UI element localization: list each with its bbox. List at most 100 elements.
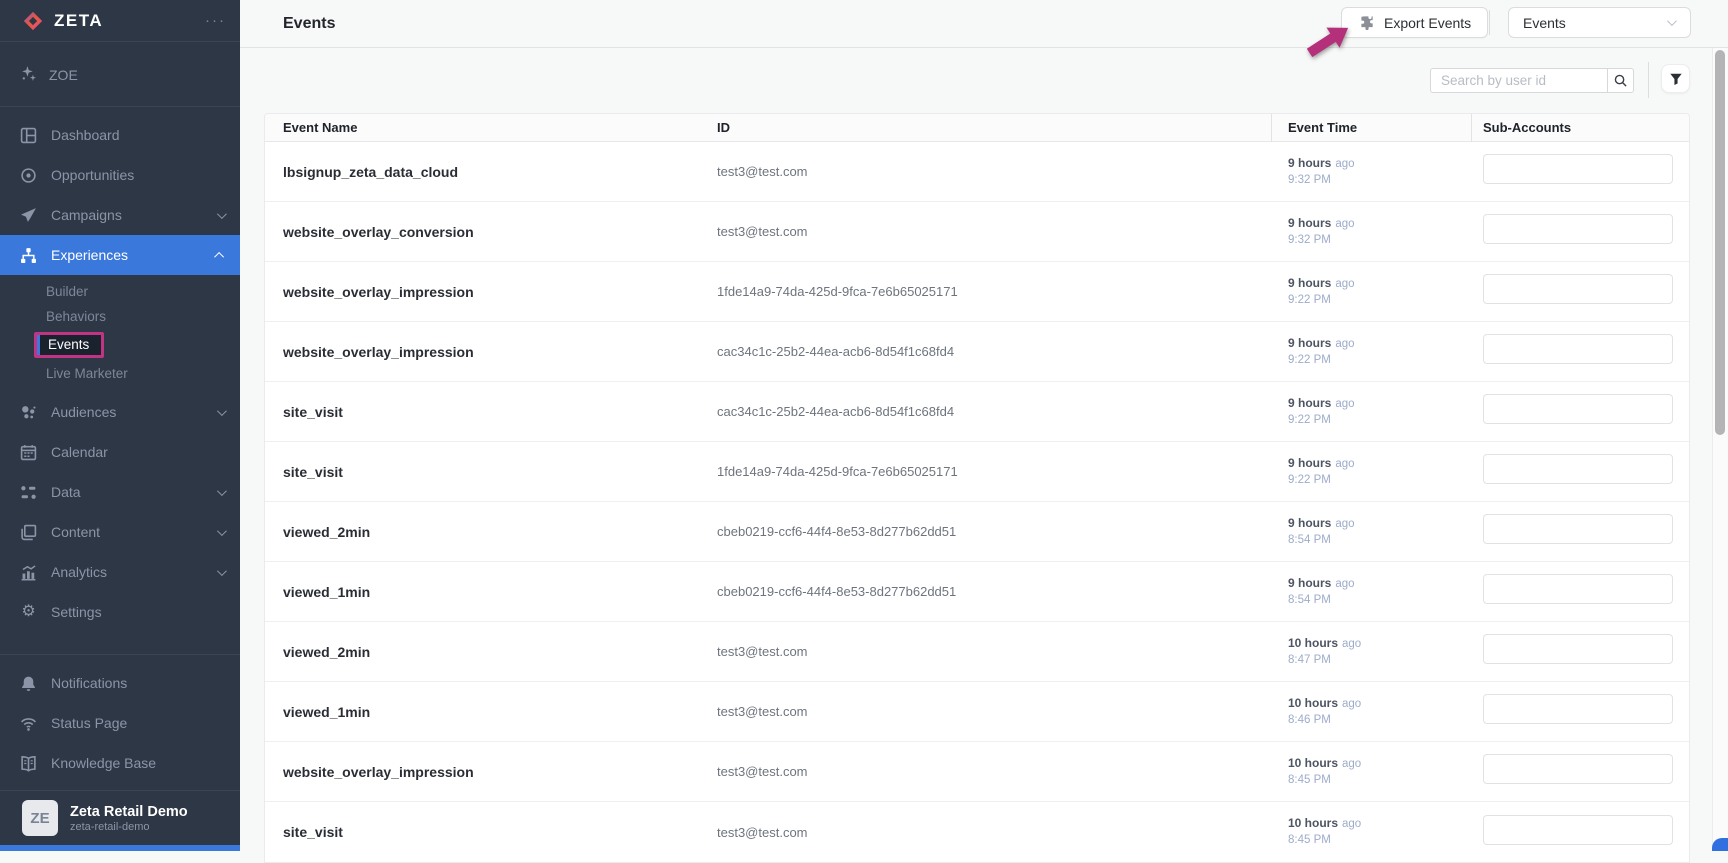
gear-icon: ⚙ <box>20 604 37 621</box>
sidebar-item-opportunities[interactable]: Opportunities <box>0 155 240 195</box>
sub-account-input[interactable] <box>1483 214 1673 244</box>
event-time-cell: 9 hoursago 8:54 PM <box>1288 515 1483 548</box>
sub-account-input[interactable] <box>1483 394 1673 424</box>
sidebar-subitem-label: Builder <box>46 284 88 299</box>
export-events-button[interactable]: Export Events <box>1341 7 1488 38</box>
sidebar-item-notifications[interactable]: Notifications <box>0 663 240 703</box>
sidebar-item-status-page[interactable]: Status Page <box>0 703 240 743</box>
sub-account-input[interactable] <box>1483 454 1673 484</box>
sub-account-input[interactable] <box>1483 754 1673 784</box>
sidebar-item-settings[interactable]: ⚙ Settings <box>0 592 240 632</box>
event-time-cell: 9 hoursago 9:22 PM <box>1288 335 1483 368</box>
column-divider[interactable] <box>1471 114 1472 142</box>
sidebar-item-content[interactable]: Content <box>0 512 240 552</box>
event-time-ago: ago <box>1335 398 1354 410</box>
event-name-cell: viewed_1min <box>265 704 717 720</box>
event-id-cell: test3@test.com <box>717 644 1288 659</box>
sub-account-input[interactable] <box>1483 574 1673 604</box>
sub-account-input[interactable] <box>1483 514 1673 544</box>
table-row[interactable]: website_overlay_impression cac34c1c-25b2… <box>265 322 1689 382</box>
event-name-cell: viewed_2min <box>265 524 717 540</box>
sidebar-subitem-label: Behaviors <box>46 309 106 324</box>
sidebar-item-campaigns[interactable]: Campaigns <box>0 195 240 235</box>
sidebar-subitem-builder[interactable]: Builder <box>0 279 240 304</box>
sidebar-item-calendar[interactable]: Calendar <box>0 432 240 472</box>
sidebar-item-data[interactable]: Data <box>0 472 240 512</box>
event-id-cell: test3@test.com <box>717 164 1288 179</box>
sidebar-subitem-events[interactable]: Events <box>0 329 240 361</box>
events-view-dropdown[interactable]: Events <box>1508 7 1691 38</box>
sidebar-item-knowledge-base[interactable]: Knowledge Base <box>0 743 240 783</box>
event-time-cell: 10 hoursago 8:45 PM <box>1288 755 1483 788</box>
chevron-down-icon <box>217 486 227 496</box>
table-row[interactable]: site_visit cac34c1c-25b2-44ea-acb6-8d54f… <box>265 382 1689 442</box>
event-time-ago: ago <box>1335 278 1354 290</box>
search-input[interactable] <box>1430 68 1607 93</box>
sidebar-subitem-live-marketer[interactable]: Live Marketer <box>0 361 240 386</box>
sub-accounts-cell <box>1483 154 1689 189</box>
sub-accounts-cell <box>1483 454 1689 489</box>
sub-account-input[interactable] <box>1483 334 1673 364</box>
sub-accounts-cell <box>1483 514 1689 549</box>
sidebar-subitem-behaviors[interactable]: Behaviors <box>0 304 240 329</box>
table-row[interactable]: viewed_2min test3@test.com 10 hoursago 8… <box>265 622 1689 682</box>
event-id-cell: test3@test.com <box>717 764 1288 779</box>
table-row[interactable]: website_overlay_impression 1fde14a9-74da… <box>265 262 1689 322</box>
event-name-cell: site_visit <box>265 464 717 480</box>
table-row[interactable]: website_overlay_conversion test3@test.co… <box>265 202 1689 262</box>
event-time-cell: 9 hoursago 9:32 PM <box>1288 155 1483 188</box>
event-id-cell: cbeb0219-ccf6-44f4-8e53-8d277b62dd51 <box>717 584 1288 599</box>
sub-account-input[interactable] <box>1483 154 1673 184</box>
sub-account-input[interactable] <box>1483 274 1673 304</box>
event-time-relative: 9 hours <box>1288 516 1331 530</box>
search-button[interactable] <box>1607 68 1634 93</box>
export-events-label: Export Events <box>1384 15 1471 31</box>
sidebar-item-label: Analytics <box>51 564 217 580</box>
account-name: Zeta Retail Demo <box>70 803 188 821</box>
event-time-absolute: 9:22 PM <box>1288 413 1483 429</box>
column-divider[interactable] <box>1271 114 1272 142</box>
table-row[interactable]: site_visit 1fde14a9-74da-425d-9fca-7e6b6… <box>265 442 1689 502</box>
sidebar-menu-dots-icon[interactable]: ··· <box>205 12 226 29</box>
filter-icon <box>1669 72 1683 86</box>
bell-icon <box>20 675 37 692</box>
sub-accounts-cell <box>1483 815 1689 850</box>
table-row[interactable]: viewed_1min test3@test.com 10 hoursago 8… <box>265 682 1689 742</box>
sidebar-item-label: Settings <box>51 604 224 620</box>
chat-widget-corner[interactable] <box>1712 838 1728 851</box>
table-row[interactable]: lbsignup_zeta_data_cloud test3@test.com … <box>265 142 1689 202</box>
sidebar-item-label: Audiences <box>51 404 217 420</box>
target-icon <box>20 167 37 184</box>
event-name-cell: site_visit <box>265 404 717 420</box>
event-id-cell: cac34c1c-25b2-44ea-acb6-8d54f1c68fd4 <box>717 404 1288 419</box>
table-row[interactable]: site_visit test3@test.com 10 hoursago 8:… <box>265 802 1689 862</box>
table-row[interactable]: viewed_1min cbeb0219-ccf6-44f4-8e53-8d27… <box>265 562 1689 622</box>
chevron-down-icon <box>217 406 227 416</box>
sidebar-item-zoe[interactable]: ZOE <box>0 54 240 96</box>
event-time-absolute: 9:22 PM <box>1288 473 1483 489</box>
event-time-cell: 9 hoursago 9:32 PM <box>1288 215 1483 248</box>
event-time-absolute: 9:32 PM <box>1288 233 1483 249</box>
event-name-cell: site_visit <box>265 824 717 840</box>
filter-button[interactable] <box>1661 64 1690 93</box>
scrollbar-thumb[interactable] <box>1715 50 1725 435</box>
event-time-absolute: 9:22 PM <box>1288 293 1483 309</box>
sitemap-icon <box>20 247 37 264</box>
account-switcher[interactable]: ZE Zeta Retail Demo zeta-retail-demo <box>0 790 240 845</box>
table-row[interactable]: viewed_2min cbeb0219-ccf6-44f4-8e53-8d27… <box>265 502 1689 562</box>
sub-account-input[interactable] <box>1483 815 1673 845</box>
experiences-sub-list: Builder Behaviors EventsLive Marketer <box>0 275 240 392</box>
sidebar-item-audiences[interactable]: Audiences <box>0 392 240 432</box>
sub-account-input[interactable] <box>1483 694 1673 724</box>
sidebar-item-experiences[interactable]: Experiences <box>0 235 240 275</box>
event-time-absolute: 8:47 PM <box>1288 653 1483 669</box>
table-row[interactable]: website_overlay_impression test3@test.co… <box>265 742 1689 802</box>
sidebar-item-analytics[interactable]: Analytics <box>0 552 240 592</box>
event-time-cell: 9 hoursago 8:54 PM <box>1288 575 1483 608</box>
sidebar-item-dashboard[interactable]: Dashboard <box>0 115 240 155</box>
event-id-cell: test3@test.com <box>717 825 1288 840</box>
event-name-cell: viewed_1min <box>265 584 717 600</box>
sub-account-input[interactable] <box>1483 634 1673 664</box>
sparkles-icon <box>20 65 37 85</box>
sub-accounts-cell <box>1483 634 1689 669</box>
